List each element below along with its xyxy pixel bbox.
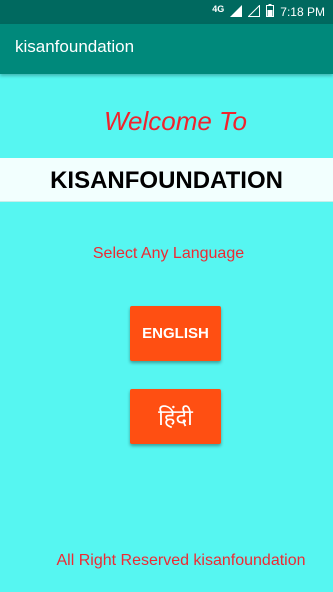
app-toolbar: kisanfoundation [0, 24, 333, 74]
brand-name: KISANFOUNDATION [50, 167, 283, 194]
brand-banner: KISANFOUNDATION [0, 158, 333, 202]
signal-empty-icon [247, 3, 261, 20]
welcome-heading: Welcome To [103, 106, 248, 136]
footer-copyright: All Right Reserved kisanfoundation [56, 552, 306, 569]
select-language-prompt: Select Any Language [92, 245, 245, 262]
status-icons: 4G 7:18 PM [212, 3, 325, 21]
signal-icon [230, 4, 243, 20]
network-type-label: 4G [212, 4, 225, 14]
status-bar: 4G 7:18 PM [0, 0, 333, 24]
hindi-button[interactable]: हिंदी [130, 389, 221, 444]
english-button[interactable]: ENGLISH [130, 306, 221, 361]
app-title: kisanfoundation [15, 37, 135, 56]
clock: 7:18 PM [280, 5, 325, 19]
battery-icon [266, 4, 275, 20]
